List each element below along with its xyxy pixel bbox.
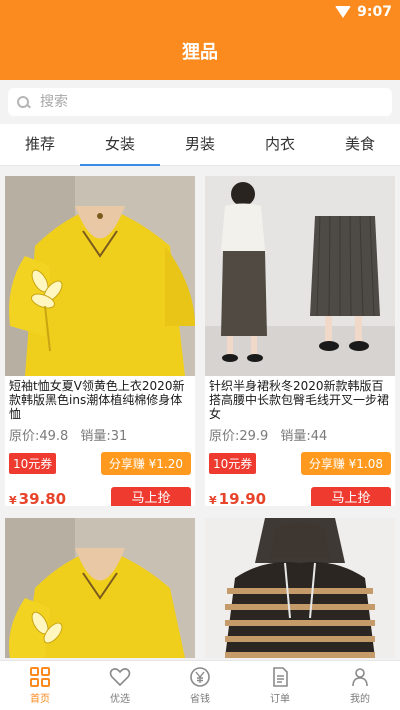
product-image-knit-skirt[interactable] — [205, 176, 395, 376]
page-title: 狸品 — [182, 42, 218, 63]
nav-featured-label: 优选 — [110, 694, 130, 705]
heart-icon — [109, 668, 131, 687]
category-tabs: 推荐 女装 男装 内衣 美食 — [0, 124, 400, 166]
product-card[interactable] — [5, 518, 195, 658]
wifi-icon — [335, 6, 352, 18]
product-image-striped-hoodie[interactable] — [205, 518, 395, 658]
sales-count: 销量:31 — [80, 429, 128, 444]
nav-profile[interactable]: 我的 — [320, 661, 400, 710]
sales-count: 销量:44 — [280, 429, 328, 444]
app-header: 9:07 狸品 — [0, 0, 400, 80]
product-title[interactable]: 针织半身裙秋冬2020新款韩版百搭高腰中长款包臀毛线开叉一步裙女 — [209, 379, 391, 421]
share-earn-button[interactable]: 分享赚 ¥1.08 — [300, 452, 391, 475]
product-title[interactable]: 短袖t恤女夏V领黄色上衣2020新款韩版黑色ins潮体植纯棉修身体恤 — [9, 379, 191, 421]
tab-men[interactable]: 男装 — [160, 124, 240, 165]
coupon-badge: 10元券 — [9, 453, 57, 474]
price-value: 19.90 — [218, 490, 267, 506]
nav-featured[interactable]: 优选 — [80, 661, 160, 710]
yen-coin-icon — [190, 667, 210, 687]
product-image-yellow-tshirt[interactable] — [5, 518, 195, 658]
search-bar-container — [0, 80, 400, 124]
product-card[interactable] — [205, 518, 395, 658]
original-price: 原价:29.9 — [209, 429, 269, 444]
search-icon — [16, 95, 30, 109]
nav-save-money[interactable]: 省钱 — [160, 661, 240, 710]
product-card[interactable]: 短袖t恤女夏V领黄色上衣2020新款韩版黑色ins潮体植纯棉修身体恤 原价:49… — [5, 176, 195, 506]
product-card[interactable]: 针织半身裙秋冬2020新款韩版百搭高腰中长款包臀毛线开叉一步裙女 原价:29.9… — [205, 176, 395, 506]
tab-women[interactable]: 女装 — [80, 124, 160, 166]
person-icon — [352, 668, 368, 687]
bottom-nav: 首页 优选 省钱 订单 我的 — [0, 660, 400, 710]
original-price: 原价:49.8 — [9, 429, 69, 444]
buy-now-button[interactable]: 马上抢 — [311, 487, 391, 506]
nav-home[interactable]: 首页 — [0, 661, 80, 710]
share-earn-button[interactable]: 分享赚 ¥1.20 — [100, 452, 191, 475]
search-box[interactable] — [8, 88, 392, 116]
nav-profile-label: 我的 — [350, 694, 370, 705]
nav-save-money-label: 省钱 — [190, 694, 210, 705]
tab-underwear[interactable]: 内衣 — [240, 124, 320, 165]
home-grid-icon — [30, 667, 50, 687]
tab-recommend[interactable]: 推荐 — [0, 124, 80, 165]
price-symbol: ¥ — [209, 494, 217, 506]
nav-orders[interactable]: 订单 — [240, 661, 320, 710]
nav-home-label: 首页 — [30, 694, 50, 705]
price-value: 39.80 — [18, 490, 67, 506]
product-grid: 短袖t恤女夏V领黄色上衣2020新款韩版黑色ins潮体植纯棉修身体恤 原价:49… — [5, 176, 397, 658]
product-image-yellow-tshirt[interactable] — [5, 176, 195, 376]
status-bar: 9:07 — [335, 0, 392, 24]
current-price: ¥19.90 — [209, 490, 266, 506]
nav-orders-label: 订单 — [270, 694, 290, 705]
buy-now-button[interactable]: 马上抢 — [111, 487, 191, 506]
document-icon — [273, 667, 288, 687]
status-time: 9:07 — [357, 4, 392, 20]
price-symbol: ¥ — [9, 494, 17, 506]
coupon-badge: 10元券 — [209, 453, 257, 474]
search-input[interactable] — [40, 94, 360, 110]
tab-food[interactable]: 美食 — [320, 124, 400, 165]
current-price: ¥39.80 — [9, 490, 66, 506]
